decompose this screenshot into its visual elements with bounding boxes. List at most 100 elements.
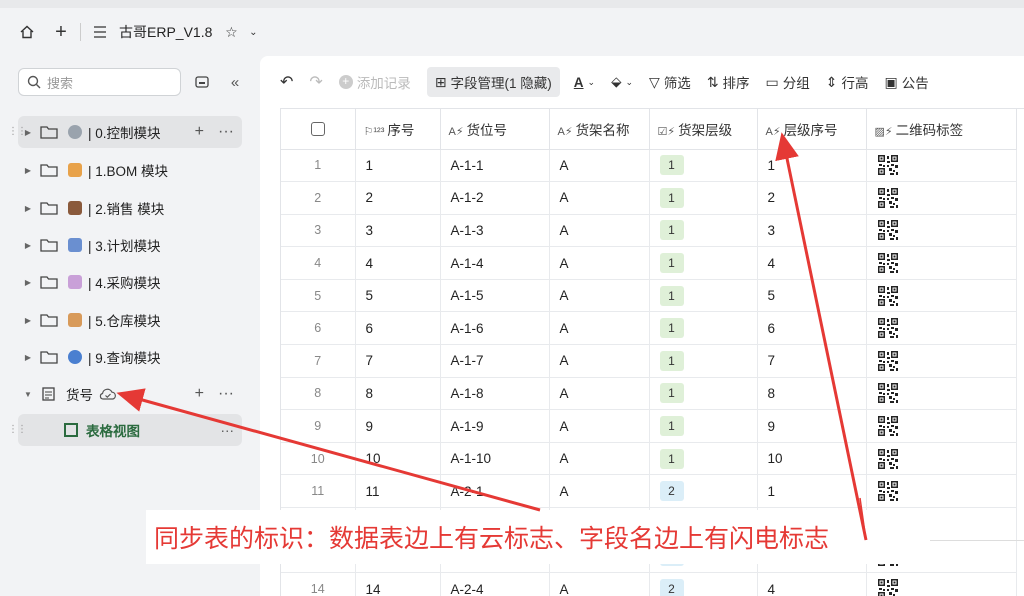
cell-seq[interactable]: 3: [355, 214, 441, 248]
cell-shelf-name[interactable]: A: [549, 149, 650, 183]
table-row[interactable]: 3 3 A-1-3 A 1 3: [281, 214, 1017, 248]
table-row[interactable]: 1 1 A-1-1 A 1 1: [281, 149, 1017, 183]
sidebar-view-grid[interactable]: 表格视图 ···: [18, 414, 242, 446]
base-title[interactable]: 古哥ERP_V1.8: [119, 22, 212, 42]
cell-shelf-name[interactable]: A: [549, 181, 650, 215]
cell-location[interactable]: A-1-10: [440, 442, 550, 476]
cell-location[interactable]: A-1-6: [440, 311, 550, 346]
cell-location[interactable]: A-1-9: [440, 409, 550, 443]
cell-seq[interactable]: 7: [355, 344, 441, 378]
cell-qr-label[interactable]: [866, 279, 1017, 313]
cell-shelf-level[interactable]: 1: [649, 377, 758, 411]
cell-shelf-level[interactable]: 1: [649, 311, 758, 346]
cell-location[interactable]: A-2-4: [440, 572, 550, 596]
undo-icon[interactable]: ↶: [280, 72, 293, 92]
cell-level-seq[interactable]: 5: [757, 279, 867, 313]
cell-shelf-level[interactable]: 1: [649, 442, 758, 476]
cell-level-seq[interactable]: 2: [757, 181, 867, 215]
cell-level-seq[interactable]: 8: [757, 377, 867, 411]
qr-code-image[interactable]: [876, 186, 899, 209]
home-icon[interactable]: [18, 23, 36, 41]
search-input[interactable]: 搜索: [18, 68, 181, 96]
table-row[interactable]: 5 5 A-1-5 A 1 5: [281, 279, 1017, 313]
cell-level-seq[interactable]: 6: [757, 311, 867, 346]
cell-qr-label[interactable]: [866, 246, 1017, 280]
cell-qr-label[interactable]: [866, 409, 1017, 443]
qr-code-image[interactable]: [876, 317, 899, 340]
cell-shelf-name[interactable]: A: [549, 409, 650, 443]
cell-location[interactable]: A-1-5: [440, 279, 550, 313]
cell-qr-label[interactable]: [866, 181, 1017, 215]
row-height-button[interactable]: ⇕ 行高: [826, 72, 869, 92]
sidebar-item-table-huohao[interactable]: ▼ 货号 + ···: [18, 378, 242, 410]
sidebar-item-control[interactable]: ▶ | 0.控制模块 + ···: [18, 116, 242, 148]
field-manage-button[interactable]: ⊞ 字段管理(1 隐藏): [426, 67, 560, 97]
column-header-seq[interactable]: ⚐¹²³ 序号: [355, 109, 441, 150]
qr-code-image[interactable]: [876, 415, 899, 438]
sidebar-item-query[interactable]: ▶ | 9.查询模块: [18, 341, 242, 373]
cell-shelf-name[interactable]: A: [549, 246, 650, 280]
cell-location[interactable]: A-2-1: [440, 474, 550, 509]
caret-right-icon[interactable]: ▶: [20, 241, 36, 250]
table-row[interactable]: 11 11 A-2-1 A 2 1: [281, 474, 1017, 509]
redo-icon[interactable]: ↷: [309, 72, 322, 92]
plus-icon[interactable]: +: [52, 21, 70, 43]
cell-shelf-level[interactable]: 1: [649, 409, 758, 443]
sidebar-item-sales[interactable]: ▶ | 2.销售 模块: [18, 192, 242, 224]
sidebar-item-purchase[interactable]: ▶ | 4.采购模块: [18, 266, 242, 298]
qr-code-image[interactable]: [876, 349, 899, 372]
caret-right-icon[interactable]: ▶: [20, 278, 36, 287]
qr-code-image[interactable]: [876, 382, 899, 405]
fill-color-button[interactable]: ⬙ ⌄: [611, 74, 633, 90]
cell-level-seq[interactable]: 3: [757, 214, 867, 248]
cell-seq[interactable]: 9: [355, 409, 441, 443]
cell-shelf-name[interactable]: A: [549, 311, 650, 346]
table-row[interactable]: 7 7 A-1-7 A 1 7: [281, 344, 1017, 378]
cell-seq[interactable]: 14: [355, 572, 441, 596]
cell-shelf-level[interactable]: 2: [649, 572, 758, 596]
notice-button[interactable]: ▣ 公告: [885, 72, 929, 92]
drag-handle-icon[interactable]: ⋮⋮: [8, 424, 27, 435]
cell-seq[interactable]: 4: [355, 246, 441, 280]
qr-code-image[interactable]: [876, 578, 899, 596]
qr-code-image[interactable]: [876, 219, 899, 242]
column-header-qr-label[interactable]: ▨⚡ 二维码标签: [866, 109, 1017, 150]
cell-shelf-level[interactable]: 1: [649, 344, 758, 378]
cell-level-seq[interactable]: 9: [757, 409, 867, 443]
add-record-button[interactable]: + 添加记录: [338, 72, 411, 92]
add-icon[interactable]: +: [195, 123, 204, 141]
cell-location[interactable]: A-1-1: [440, 149, 550, 183]
cell-shelf-name[interactable]: A: [549, 474, 650, 509]
star-icon[interactable]: ☆: [222, 23, 240, 41]
cell-shelf-name[interactable]: A: [549, 572, 650, 596]
select-all-checkbox[interactable]: [281, 109, 356, 150]
cell-qr-label[interactable]: [866, 442, 1017, 476]
more-icon[interactable]: ···: [221, 423, 235, 438]
cell-seq[interactable]: 10: [355, 442, 441, 476]
text-color-button[interactable]: A ⌄: [574, 75, 595, 90]
table-row[interactable]: 2 2 A-1-2 A 1 2: [281, 181, 1017, 215]
sort-button[interactable]: ⇅ 排序: [707, 72, 750, 92]
cell-qr-label[interactable]: [866, 149, 1017, 183]
cell-shelf-level[interactable]: 1: [649, 279, 758, 313]
cell-location[interactable]: A-1-2: [440, 181, 550, 215]
sidebar-item-warehouse[interactable]: ▶ | 5.仓库模块: [18, 304, 242, 336]
cell-shelf-level[interactable]: 1: [649, 214, 758, 248]
table-row[interactable]: 8 8 A-1-8 A 1 8: [281, 377, 1017, 411]
sidebar-item-bom[interactable]: ▶ | 1.BOM 模块: [18, 154, 242, 186]
cell-seq[interactable]: 6: [355, 311, 441, 346]
cell-shelf-level[interactable]: 1: [649, 149, 758, 183]
caret-right-icon[interactable]: ▶: [20, 353, 36, 362]
cell-level-seq[interactable]: 7: [757, 344, 867, 378]
qr-code-image[interactable]: [876, 154, 899, 177]
caret-right-icon[interactable]: ▶: [20, 316, 36, 325]
cell-shelf-level[interactable]: 1: [649, 181, 758, 215]
cell-qr-label[interactable]: [866, 214, 1017, 248]
cell-seq[interactable]: 11: [355, 474, 441, 509]
cell-location[interactable]: A-1-7: [440, 344, 550, 378]
filter-button[interactable]: ▽ 筛选: [649, 72, 691, 92]
cell-shelf-name[interactable]: A: [549, 377, 650, 411]
qr-code-image[interactable]: [876, 252, 899, 275]
chevron-down-icon[interactable]: ⌄: [244, 23, 262, 41]
cell-shelf-level[interactable]: 1: [649, 246, 758, 280]
